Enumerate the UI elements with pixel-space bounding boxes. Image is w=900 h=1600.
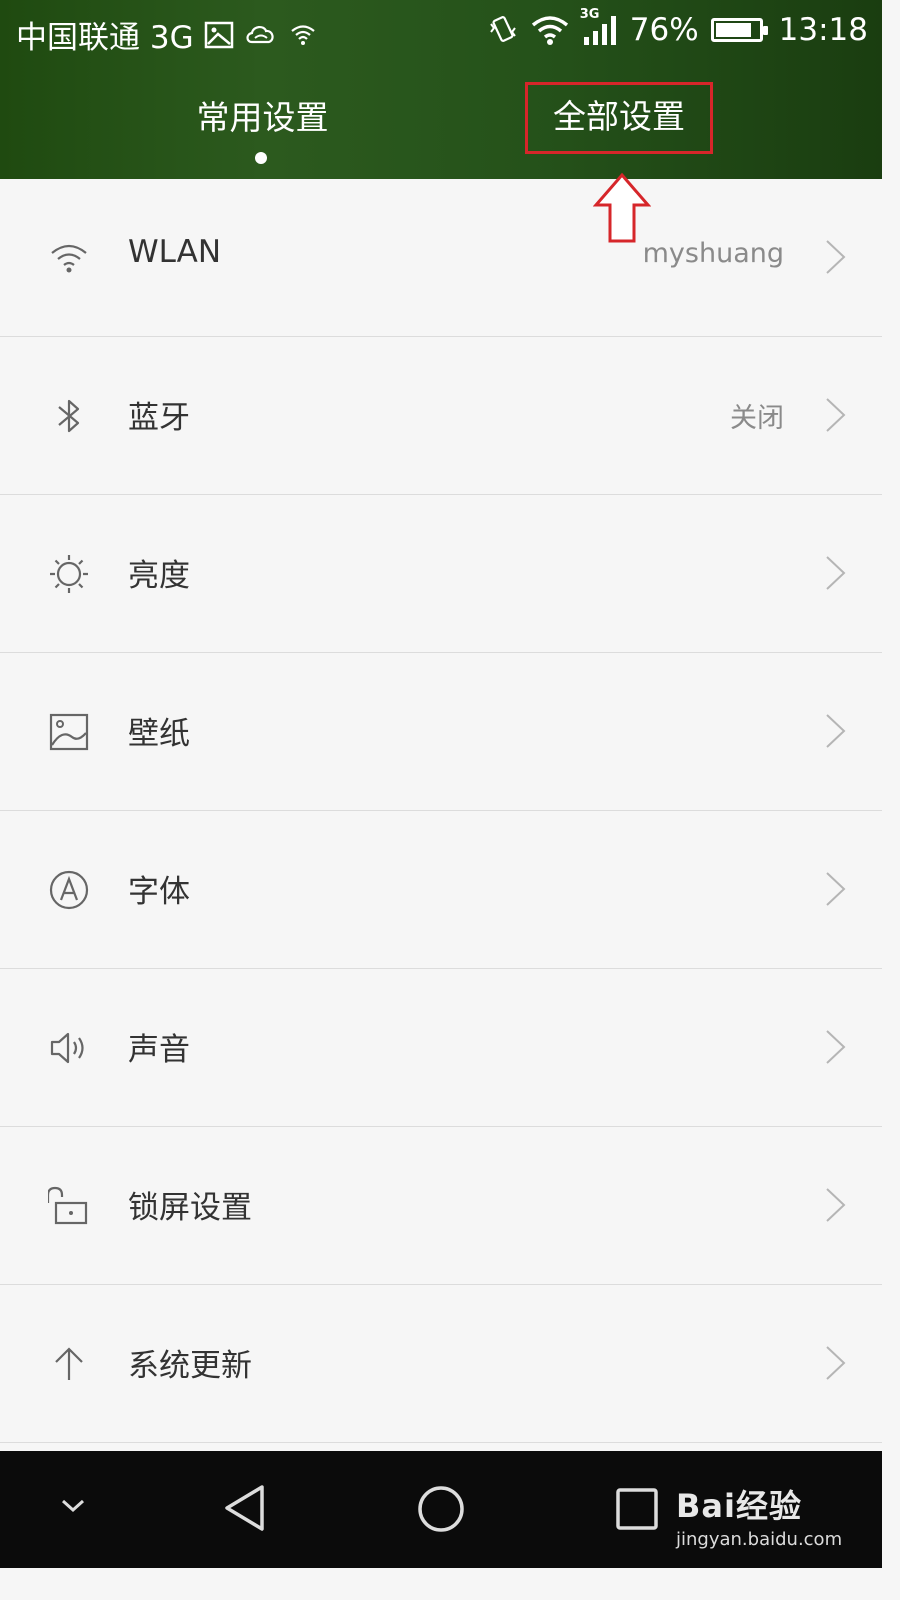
settings-row-label: 亮度 <box>128 558 190 594</box>
settings-row-label: 锁屏设置 <box>128 1190 252 1226</box>
app-header: 中国联通 3G 3G 76% 13:18 常用设置 全部设置 <box>0 0 882 179</box>
settings-row-label: 系统更新 <box>128 1348 252 1384</box>
battery-icon <box>710 18 768 42</box>
vibrate-icon <box>488 14 518 46</box>
status-bar: 中国联通 3G 3G 76% 13:18 <box>0 0 882 62</box>
watermark-url: jingyan.baidu.com <box>676 1529 843 1550</box>
settings-row-label: 壁纸 <box>128 716 190 752</box>
settings-row-sound[interactable]: 声音 <box>0 969 882 1127</box>
settings-row-system-update[interactable]: 系统更新 <box>0 1285 882 1443</box>
hide-nav-button[interactable] <box>60 1497 86 1519</box>
settings-row-label: WLAN <box>128 234 222 270</box>
baidu-jingyan-watermark: Bai经验 jingyan.baidu.com <box>676 1481 842 1550</box>
wifi-icon <box>48 237 90 279</box>
chevron-right-icon <box>824 1345 848 1385</box>
settings-row-value: 关闭 <box>730 403 784 434</box>
settings-row-wallpaper[interactable]: 壁纸 <box>0 653 882 811</box>
cell-signal-icon: 3G <box>580 7 618 47</box>
chevron-right-icon <box>824 397 848 437</box>
tab-common-settings[interactable]: 常用设置 <box>190 86 335 150</box>
battery-fill <box>715 23 751 37</box>
chevron-right-icon <box>824 713 848 753</box>
wifi-hotspot-icon <box>288 20 318 50</box>
settings-tabs: 常用设置 全部设置 <box>0 82 882 166</box>
bluetooth-icon <box>48 395 90 437</box>
navigation-bar: Bai经验 jingyan.baidu.com <box>0 1451 882 1568</box>
settings-row-label: 字体 <box>128 874 190 910</box>
settings-row-wlan[interactable]: WLAN myshuang <box>0 179 882 337</box>
wifi-signal-icon <box>530 14 570 46</box>
chevron-right-icon <box>824 239 848 279</box>
tab-selected-indicator <box>255 152 267 164</box>
gallery-notification-icon <box>204 20 234 50</box>
cloud-notification-icon <box>244 20 278 50</box>
update-icon <box>48 1343 90 1385</box>
settings-row-font[interactable]: 字体 <box>0 811 882 969</box>
tab-all-settings-label: 全部设置 <box>553 97 685 136</box>
clock-time: 13:18 <box>778 12 868 48</box>
battery-percent: 76% <box>629 12 699 48</box>
brightness-icon <box>48 553 90 595</box>
recent-apps-button[interactable] <box>614 1486 660 1536</box>
tab-all-settings[interactable]: 全部设置 <box>525 82 713 154</box>
chevron-right-icon <box>824 1029 848 1069</box>
lock-icon <box>48 1185 90 1227</box>
settings-row-brightness[interactable]: 亮度 <box>0 495 882 653</box>
settings-row-bluetooth[interactable]: 蓝牙 关闭 <box>0 337 882 495</box>
settings-row-value: myshuang <box>642 238 784 269</box>
chevron-right-icon <box>824 1187 848 1227</box>
home-button[interactable] <box>416 1484 466 1538</box>
chevron-right-icon <box>824 871 848 911</box>
chevron-right-icon <box>824 555 848 595</box>
annotation-arrow-up-icon <box>592 172 652 248</box>
sound-icon <box>48 1027 90 1069</box>
back-button[interactable] <box>222 1483 268 1537</box>
network-type-badge: 3G <box>579 7 600 22</box>
carrier-text: 中国联通 3G <box>16 20 194 56</box>
tab-common-settings-label: 常用设置 <box>196 98 329 137</box>
settings-list: WLAN myshuang 蓝牙 关闭 亮度 壁纸 字体 声音 锁屏设置 系统更… <box>0 179 882 1443</box>
watermark-brand: Bai经验 <box>676 1487 802 1525</box>
settings-row-label: 声音 <box>128 1032 190 1068</box>
font-icon <box>48 869 90 911</box>
settings-row-label: 蓝牙 <box>128 400 190 436</box>
wallpaper-icon <box>48 711 90 753</box>
settings-row-lock-screen[interactable]: 锁屏设置 <box>0 1127 882 1285</box>
